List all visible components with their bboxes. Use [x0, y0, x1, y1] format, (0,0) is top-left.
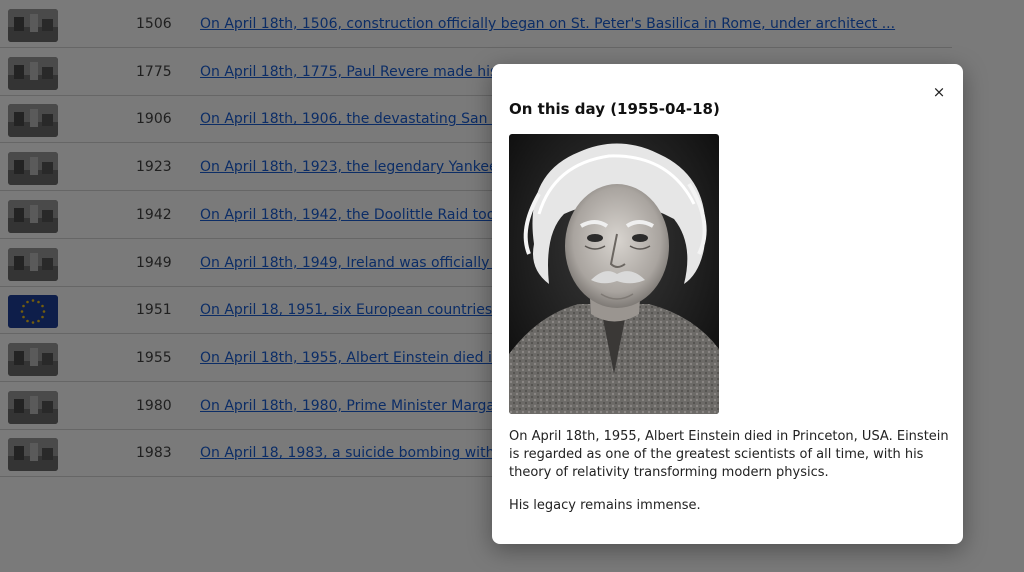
close-icon[interactable]: ×: [929, 82, 949, 102]
event-modal: On this day (1955-04-18) × On April 18th…: [492, 64, 963, 544]
modal-legacy-text: His legacy remains immense.: [509, 498, 701, 513]
modal-title: On this day (1955-04-18): [509, 100, 720, 118]
modal-description: On April 18th, 1955, Albert Einstein die…: [509, 429, 949, 480]
einstein-portrait: [509, 134, 719, 414]
